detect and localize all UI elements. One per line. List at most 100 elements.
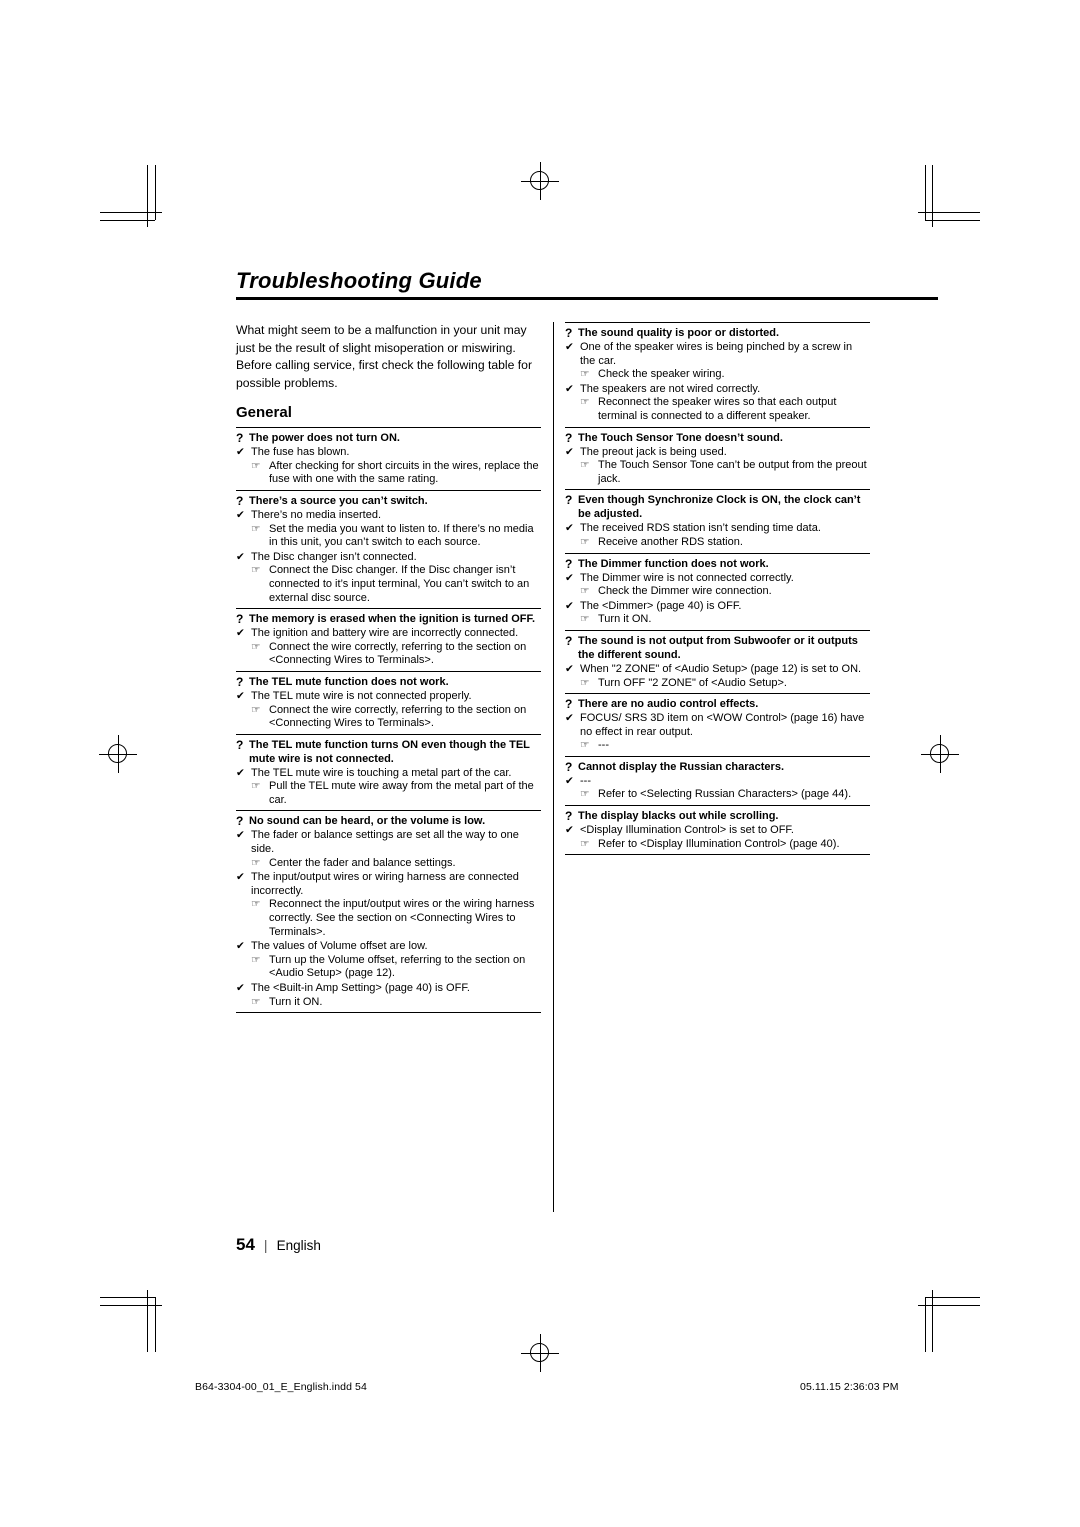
check-icon: ✔ xyxy=(565,662,574,675)
question-text: There are no audio control effects. xyxy=(578,698,759,711)
qa-block: ? The Dimmer function does not work. ✔ The … xyxy=(565,552,870,630)
qa-block: ? The memory is erased when the ignition … xyxy=(236,608,541,671)
cause-row: ✔ The TEL mute wire is not connected prop… xyxy=(236,690,541,704)
page-language: English xyxy=(276,1238,321,1253)
cause-row: ✔ The TEL mute wire is touching a metal p… xyxy=(236,767,541,781)
remedy-text: Reconnect the speaker wires so that each… xyxy=(598,396,837,422)
qa-question: ? The TEL mute function turns ON even tho… xyxy=(236,738,541,766)
pointing-hand-icon: ☞ xyxy=(580,396,590,409)
page-footer: 54 | English xyxy=(236,1235,321,1255)
remedy-row: ☞ Connect the wire correctly, referring t… xyxy=(236,704,541,731)
qa-question: ? The display blacks out while scrolling. xyxy=(565,809,870,823)
check-icon: ✔ xyxy=(236,508,245,521)
cause-row: ✔ The preout jack is being used. xyxy=(565,446,870,460)
remedy-text: Turn it ON. xyxy=(269,995,323,1008)
cause-row: ✔ The input/output wires or wiring harnes… xyxy=(236,871,541,898)
page-title: Troubleshooting Guide xyxy=(236,268,482,293)
cause-row: ✔ The speakers are not wired correctly. xyxy=(565,383,870,397)
cause-row: ✔ When "2 ZONE" of <Audio Setup> (page 12… xyxy=(565,663,870,677)
pointing-hand-icon: ☞ xyxy=(251,522,261,535)
qa-block: ? There are no audio control effects. ✔ FOC… xyxy=(565,693,870,756)
remedy-text: After checking for short circuits in the… xyxy=(269,459,539,486)
question-text: The sound quality is poor or distorted. xyxy=(578,327,780,339)
remedy-text: Connect the wire correctly, referring to… xyxy=(269,703,527,730)
pointing-hand-icon: ☞ xyxy=(251,898,261,911)
footer-divider: | xyxy=(263,1237,268,1253)
qa-block: ? The Touch Sensor Tone doesn’t sound. ✔ Th… xyxy=(565,426,870,490)
cause-row: ✔ The fader or balance settings are set a… xyxy=(236,829,541,856)
remedy-text: Refer to <Display Illumination Control> … xyxy=(598,837,840,850)
cause-text: The input/output wires or wiring harness… xyxy=(251,871,519,897)
qa-block: ? The sound is not output from Subwoofer … xyxy=(565,629,870,693)
cause-row: ✔ There’s no media inserted. xyxy=(236,509,541,523)
check-icon: ✔ xyxy=(565,382,574,395)
question-mark-icon: ? xyxy=(565,633,573,648)
page-number: 54 xyxy=(236,1235,255,1254)
cause-text: The values of Volume offset are low. xyxy=(251,940,428,953)
remedy-text: Pull the TEL mute wire away from the met… xyxy=(269,780,534,806)
check-icon: ✔ xyxy=(236,627,245,640)
remedy-text: Receive another RDS station. xyxy=(598,535,743,548)
remedy-text: The Touch Sensor Tone can’t be output fr… xyxy=(598,459,867,485)
question-mark-icon: ? xyxy=(565,556,573,571)
remedy-row: ☞ Connect the wire correctly, referring t… xyxy=(236,641,541,668)
cause-text: <Display Illumination Control> is set to… xyxy=(580,824,794,837)
check-icon: ✔ xyxy=(236,689,245,702)
cause-text: There’s no media inserted. xyxy=(251,508,382,521)
cause-row: ✔ The Dimmer wire is not connected correc… xyxy=(565,572,870,586)
qa-block: ? The TEL mute function does not work. ✔ Th… xyxy=(236,670,541,734)
remedy-text: Check the speaker wiring. xyxy=(598,368,725,381)
cause-row: ✔ The received RDS station isn’t sending … xyxy=(565,522,870,536)
check-icon: ✔ xyxy=(565,599,574,612)
question-mark-icon: ? xyxy=(565,697,573,712)
check-icon: ✔ xyxy=(565,522,574,535)
cause-row: ✔ FOCUS/ SRS 3D item on <WOW Control> (pa… xyxy=(565,712,870,739)
question-mark-icon: ? xyxy=(565,493,573,508)
check-icon: ✔ xyxy=(236,766,245,779)
question-text: No sound can be heard, or the volume is … xyxy=(249,815,486,828)
qa-question: ? The Dimmer function does not work. xyxy=(565,557,870,571)
pointing-hand-icon: ☞ xyxy=(580,739,590,752)
check-icon: ✔ xyxy=(236,871,245,884)
cause-row: ✔ The values of Volume offset are low. xyxy=(236,940,541,954)
question-mark-icon: ? xyxy=(565,430,573,445)
remedy-row: ☞ Check the speaker wiring. xyxy=(565,368,870,382)
cause-row: ✔ One of the speaker wires is being pinch… xyxy=(565,341,870,368)
print-timestamp: 05.11.15 2:36:03 PM xyxy=(800,1381,899,1393)
cause-text: FOCUS/ SRS 3D item on <WOW Control> (pag… xyxy=(580,712,865,738)
print-filename: B64-3304-00_01_E_English.indd 54 xyxy=(195,1381,367,1393)
crop-mark-top-left xyxy=(100,165,162,227)
cause-row: ✔ The <Dimmer> (page 40) is OFF. xyxy=(565,600,870,614)
registration-mark-bottom xyxy=(521,1334,559,1372)
remedy-row: ☞ Check the Dimmer wire connection. xyxy=(565,585,870,599)
cause-text: The fuse has blown. xyxy=(251,446,350,459)
pointing-hand-icon: ☞ xyxy=(580,585,590,598)
qa-block: ? No sound can be heard, or the volume is… xyxy=(236,810,541,1014)
check-icon: ✔ xyxy=(565,774,574,787)
remedy-row: ☞ Refer to <Selecting Russian Characters>… xyxy=(565,788,870,802)
check-icon: ✔ xyxy=(565,712,574,725)
qa-block: ? Even though Synchronize Clock is ON, th… xyxy=(565,489,870,552)
question-text: The memory is erased when the ignition i… xyxy=(249,613,536,626)
qa-block: ? There’s a source you can’t switch. ✔ Ther… xyxy=(236,489,541,608)
cause-row: ✔ The ignition and battery wire are incor… xyxy=(236,627,541,641)
qa-question: ? No sound can be heard, or the volume is… xyxy=(236,814,541,828)
crop-mark-bottom-right xyxy=(918,1290,980,1352)
registration-mark-top xyxy=(521,162,559,200)
qa-question: ? The sound is not output from Subwoofer … xyxy=(565,634,870,662)
pointing-hand-icon: ☞ xyxy=(251,564,261,577)
cause-text: The Dimmer wire is not connected correct… xyxy=(580,571,794,584)
pointing-hand-icon: ☞ xyxy=(251,856,261,869)
intro-paragraph: What might seem to be a malfunction in y… xyxy=(236,323,533,390)
remedy-row: ☞ Refer to <Display Illumination Control>… xyxy=(565,838,870,852)
cause-text: The fader or balance settings are set al… xyxy=(251,829,519,856)
remedy-text: Turn it ON. xyxy=(598,613,652,626)
check-icon: ✔ xyxy=(236,829,245,842)
check-icon: ✔ xyxy=(565,341,574,353)
question-text: The TEL mute function turns ON even thou… xyxy=(249,738,530,765)
pointing-hand-icon: ☞ xyxy=(251,780,261,793)
cause-text: --- xyxy=(580,774,591,787)
title-rule xyxy=(236,297,938,300)
registration-mark-right xyxy=(921,735,959,773)
question-mark-icon: ? xyxy=(236,612,244,627)
